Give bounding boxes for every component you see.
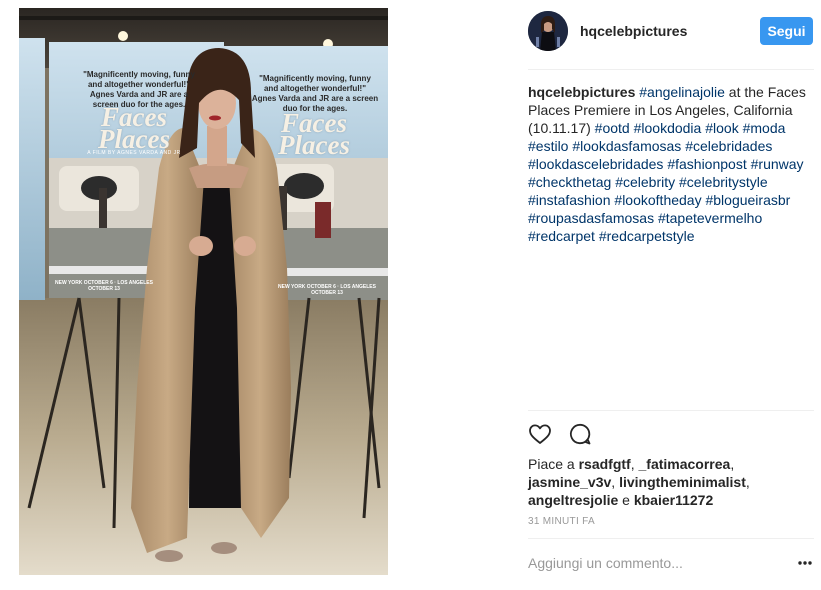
heart-icon-graphic [529,424,551,444]
follow-button[interactable]: Segui [760,17,813,45]
more-options-graphic [798,561,812,565]
hashtag-link[interactable]: #runway [751,156,804,172]
hashtag-link[interactable]: #celebridades [685,138,772,154]
ellipsis-icon[interactable] [796,556,814,570]
hashtag-link[interactable]: #celebritystyle [679,174,768,190]
comment-divider [528,538,814,539]
comment-icon-graphic [570,423,591,445]
hashtag-link[interactable]: #checkthetag [528,174,611,190]
hashtag-link[interactable]: #lookdascelebridades [528,156,663,172]
hashtag-link[interactable]: #angelinajolie [639,84,725,100]
caption-divider [528,410,814,411]
liker-2[interactable]: _fatimacorrea [639,456,731,472]
liker-1[interactable]: rsadfgtf [579,456,631,472]
poster-title-line-2b: Places [278,130,350,160]
post-header: hqcelebpictures Segui [528,11,814,53]
poster-release: NEW YORK OCTOBER 6 · LOS ANGELES OCTOBER… [55,280,153,292]
likes-prefix: Piace a [528,456,579,472]
comment-input[interactable] [528,552,778,574]
hashtag-link[interactable]: #celebrity [615,174,675,190]
liker-6[interactable]: kbaier11272 [634,492,713,508]
hashtag-link[interactable]: #ootd [595,120,630,136]
caption-text: #angelinajolie at the Faces Places Premi… [528,84,806,244]
poster-credit: A FILM BY AGNES VARDA AND JR [87,150,181,156]
likes-summary: Piace a rsadfgtf, _fatimacorrea, jasmine… [528,456,750,508]
hashtag-link[interactable]: #redcarpet [528,228,595,244]
liker-5[interactable]: angeltresjolie [528,492,618,508]
poster-title-right: Faces Places [259,110,369,160]
hashtag-link[interactable]: #instafashion [528,192,611,208]
liker-4[interactable]: livingtheminimalist [619,474,746,490]
poster-title-line-2: Places [98,124,170,154]
hashtag-link[interactable]: #roupasdasfamosas [528,210,654,226]
caption-username[interactable]: hqcelebpictures [528,84,635,100]
hashtag-link[interactable]: #redcarpetstyle [599,228,695,244]
avatar-image [528,11,568,51]
likes-conjunction: e [618,492,634,508]
poster-title-left: Faces Places [79,104,189,154]
hashtag-link[interactable]: #tapetevermelho [658,210,762,226]
post-timestamp[interactable]: 31 MINUTI FA [528,516,595,527]
post-caption: hqcelebpictures #angelinajolie at the Fa… [528,83,814,245]
liker-3[interactable]: jasmine_v3v [528,474,611,490]
heart-outline-icon[interactable] [528,422,552,446]
avatar[interactable] [528,11,568,51]
hashtag-link[interactable]: #lookdasfamosas [572,138,681,154]
hashtag-link[interactable]: #fashionpost [667,156,746,172]
hashtag-link[interactable]: #moda [743,120,786,136]
speech-bubble-icon[interactable] [568,422,592,446]
hashtag-link[interactable]: #estilo [528,138,568,154]
post-photo[interactable]: "Magnificently moving, funny and altoget… [19,8,388,575]
hashtag-link[interactable]: #lookoftheday [614,192,701,208]
header-divider [528,69,814,70]
header-username[interactable]: hqcelebpictures [580,23,687,39]
hashtag-link[interactable]: #look [705,120,738,136]
hashtag-link[interactable]: #blogueirasbr [705,192,790,208]
poster-release-right: NEW YORK OCTOBER 6 · LOS ANGELES OCTOBER… [278,284,376,296]
hashtag-link[interactable]: #lookdodia [634,120,702,136]
